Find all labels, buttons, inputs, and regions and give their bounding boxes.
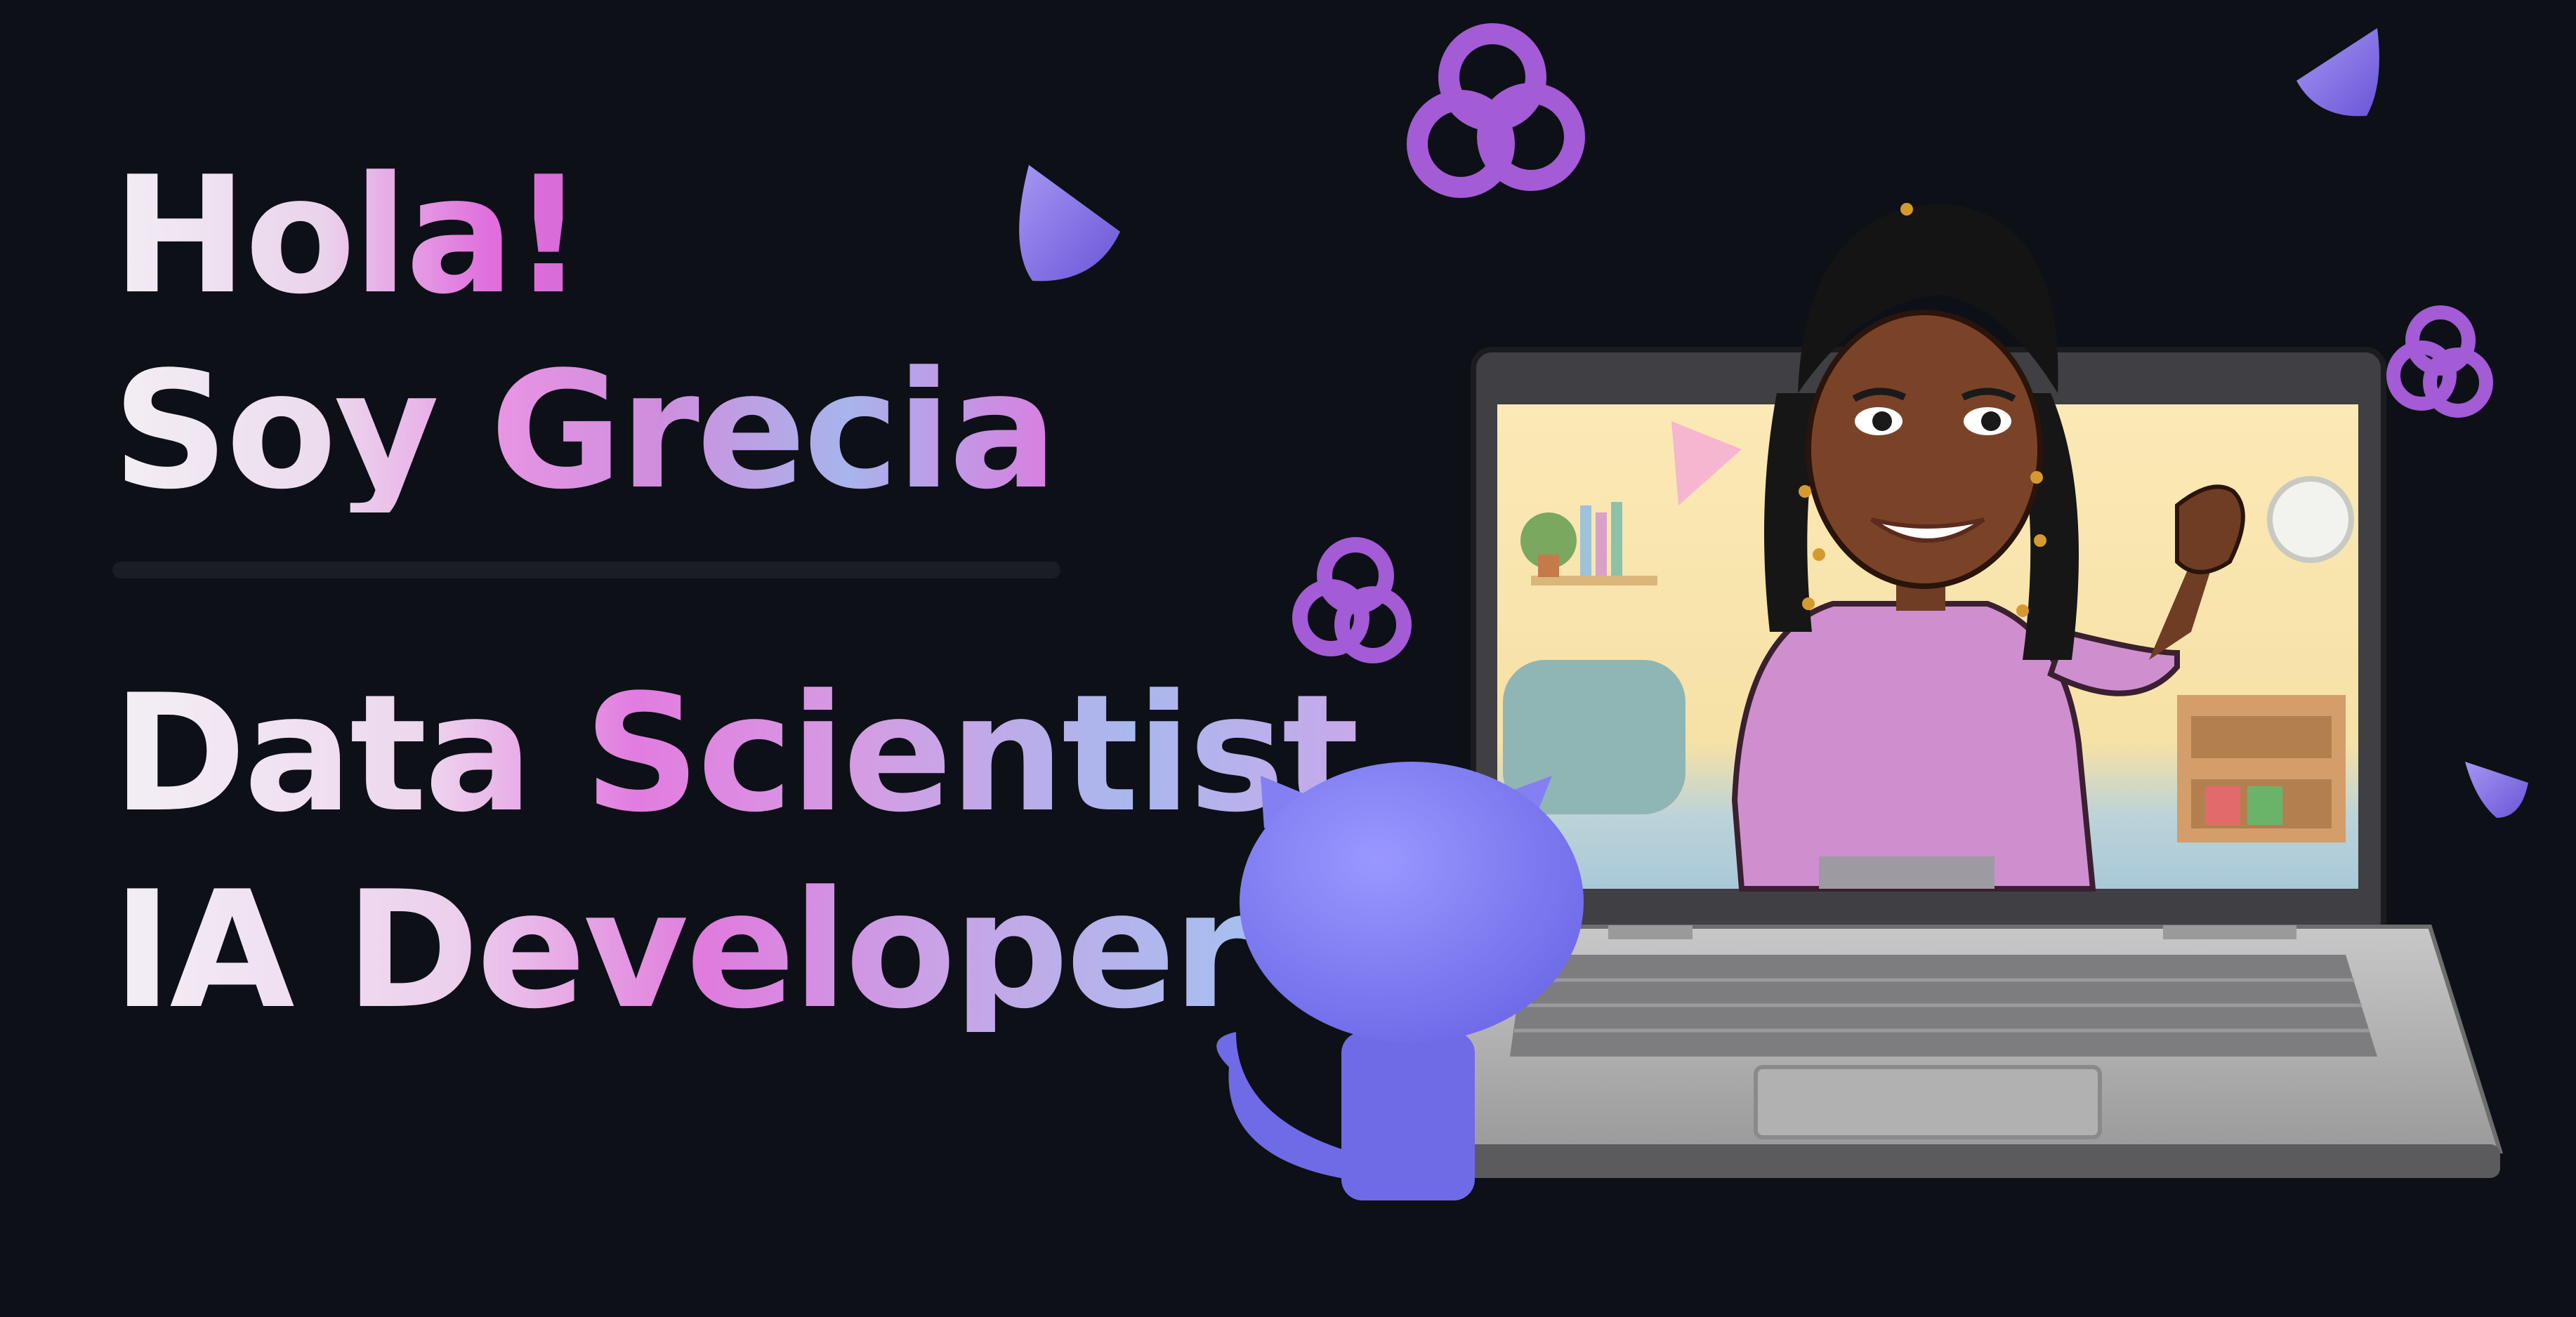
trefoil-knot-icon (2386, 305, 2493, 418)
trefoil-knot-icon (1292, 537, 1412, 663)
cone-icon (1019, 165, 1120, 282)
cone-icon (2296, 28, 2379, 117)
banner: Hola! Soy Grecia Data Scientist IA Devel… (0, 0, 2576, 1317)
trefoil-knot-icon (1407, 23, 1585, 198)
illustration (1019, 23, 2528, 1200)
cone-icon (2465, 762, 2528, 818)
